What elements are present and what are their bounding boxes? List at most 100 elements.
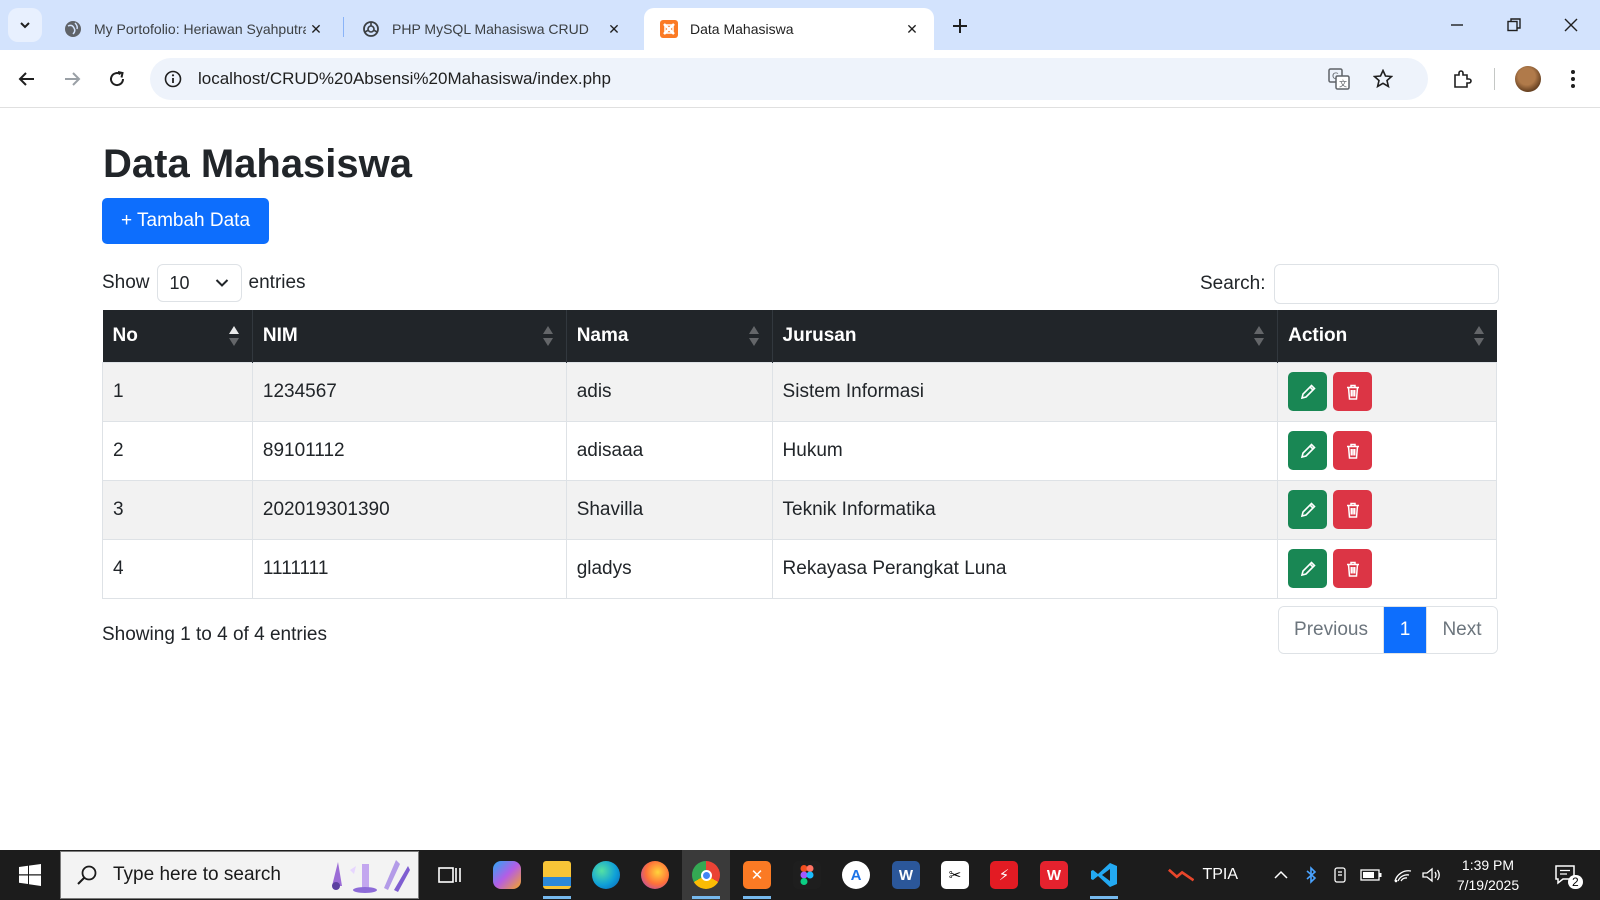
edit-button[interactable] [1288,372,1328,411]
cell-nim: 89101112 [251,420,567,481]
capcut-app[interactable]: ✂ [931,850,979,900]
battery-icon[interactable] [1358,850,1384,900]
tab-separator [343,17,344,37]
column-header-action[interactable]: Action [1277,310,1497,362]
profile-button[interactable] [1511,62,1545,96]
table-search: Search: [1200,264,1500,304]
close-icon[interactable]: ✕ [604,19,624,39]
chevron-down-icon [215,279,228,287]
edit-button[interactable] [1288,490,1328,529]
table-row: 1 1234567 adis Sistem Informasi [102,361,1497,422]
volume-icon[interactable] [1420,850,1444,900]
delete-button[interactable] [1333,549,1373,588]
tab-data-mahasiswa[interactable]: Data Mahasiswa ✕ [644,8,934,50]
tab-php-crud[interactable]: PHP MySQL Mahasiswa CRUD ✕ [346,8,636,50]
page-length-select[interactable]: 10 [156,264,242,302]
flash-app[interactable]: ⚡ [980,850,1028,900]
table-info: Showing 1 to 4 of 4 entries [102,624,327,645]
vscode-app[interactable] [1080,850,1128,900]
page-title: Data Mahasiswa [103,142,413,186]
chrome-icon [692,861,720,889]
bookmark-star-icon[interactable] [1366,62,1400,96]
show-hidden-icons-button[interactable] [1270,850,1292,900]
cell-no: 3 [102,479,253,540]
page-button-1[interactable]: 1 [1384,607,1426,653]
wps-icon: W [1040,861,1068,889]
cell-no: 2 [102,420,253,481]
notification-center-button[interactable]: 2 [1546,850,1586,900]
file-explorer-app[interactable] [533,850,581,900]
xampp-app[interactable]: ✕ [733,850,781,900]
cell-nim: 1234567 [251,361,567,422]
close-icon[interactable]: ✕ [306,19,326,39]
figma-app[interactable] [783,850,831,900]
taskbar-clock[interactable]: 1:39 PM 7/19/2025 [1448,855,1528,895]
tab-search-button[interactable] [8,8,42,42]
search-input[interactable] [1274,264,1500,304]
wifi-icon[interactable] [1390,850,1416,900]
tab-portfolio[interactable]: My Portofolio: Heriawan Syahputra ✕ [48,8,338,50]
windows-logo-icon [19,864,41,886]
table-row: 2 89101112 adisaaa Hukum [102,420,1497,481]
stock-down-icon [1168,868,1195,882]
show-label: Show [102,272,150,293]
firefox-app[interactable] [631,850,679,900]
back-button[interactable] [10,62,44,96]
browser-tabstrip: My Portofolio: Heriawan Syahputra ✕ PHP … [0,0,1600,50]
chrome-app[interactable] [682,850,730,900]
next-page-button[interactable]: Next [1426,607,1497,653]
search-label: Search: [1200,273,1266,294]
column-header-no[interactable]: No [102,310,253,362]
edit-button[interactable] [1288,549,1328,588]
edge-app[interactable] [582,850,630,900]
globe-icon [64,20,82,38]
taskbar-search-box[interactable]: Type here to search [60,851,419,899]
word-app[interactable]: W [882,850,930,900]
tpia-stock-widget[interactable]: TPIA [1168,850,1238,900]
clock-time: 1:39 PM [1461,857,1515,873]
cell-nama: adisaaa [565,420,773,481]
copilot-app[interactable] [483,850,531,900]
cell-jurusan: Rekayasa Perangkat Luna [771,538,1279,599]
delete-button[interactable] [1333,490,1373,529]
app-store-app[interactable]: A [832,850,880,900]
delete-button[interactable] [1333,372,1373,411]
previous-page-button[interactable]: Previous [1279,607,1384,653]
page-length-value: 10 [169,272,190,293]
svg-text:文: 文 [1339,79,1347,89]
delete-button[interactable] [1333,431,1373,470]
trash-icon [1346,561,1359,577]
wps-app[interactable]: W [1030,850,1078,900]
start-button[interactable] [6,850,54,900]
column-header-jurusan[interactable]: Jurusan [772,310,1279,362]
pencil-icon [1300,383,1316,399]
device-icon[interactable] [1329,850,1351,900]
minimize-button[interactable] [1437,8,1477,42]
reload-button[interactable] [100,62,134,96]
close-icon [1564,18,1578,32]
a-icon: A [842,861,870,889]
forward-button[interactable] [55,62,89,96]
extensions-button[interactable] [1445,62,1479,96]
translate-icon[interactable]: G文 [1322,62,1356,96]
menu-button[interactable] [1556,62,1590,96]
column-header-nim[interactable]: NIM [252,310,567,362]
openai-icon [362,20,380,38]
close-icon[interactable]: ✕ [902,19,922,39]
cell-jurusan: Teknik Informatika [771,479,1279,540]
add-data-button[interactable]: + Tambah Data [102,198,269,244]
edit-button[interactable] [1288,431,1328,470]
address-bar[interactable]: localhost/CRUD%20Absensi%20Mahasiswa/ind… [150,58,1428,100]
toolbar-divider [1494,68,1495,90]
close-window-button[interactable] [1551,8,1591,42]
bluetooth-icon[interactable] [1300,850,1322,900]
new-tab-button[interactable] [946,12,974,40]
sort-icon [748,326,759,346]
chevron-up-icon [1274,870,1288,879]
task-view-button[interactable] [426,850,474,900]
site-info-icon[interactable] [156,62,190,96]
restore-button[interactable] [1494,8,1534,42]
page-content: Data Mahasiswa + Tambah Data Show 10 ent… [0,108,1600,850]
column-header-nama[interactable]: Nama [566,310,773,362]
cell-action [1277,420,1497,481]
